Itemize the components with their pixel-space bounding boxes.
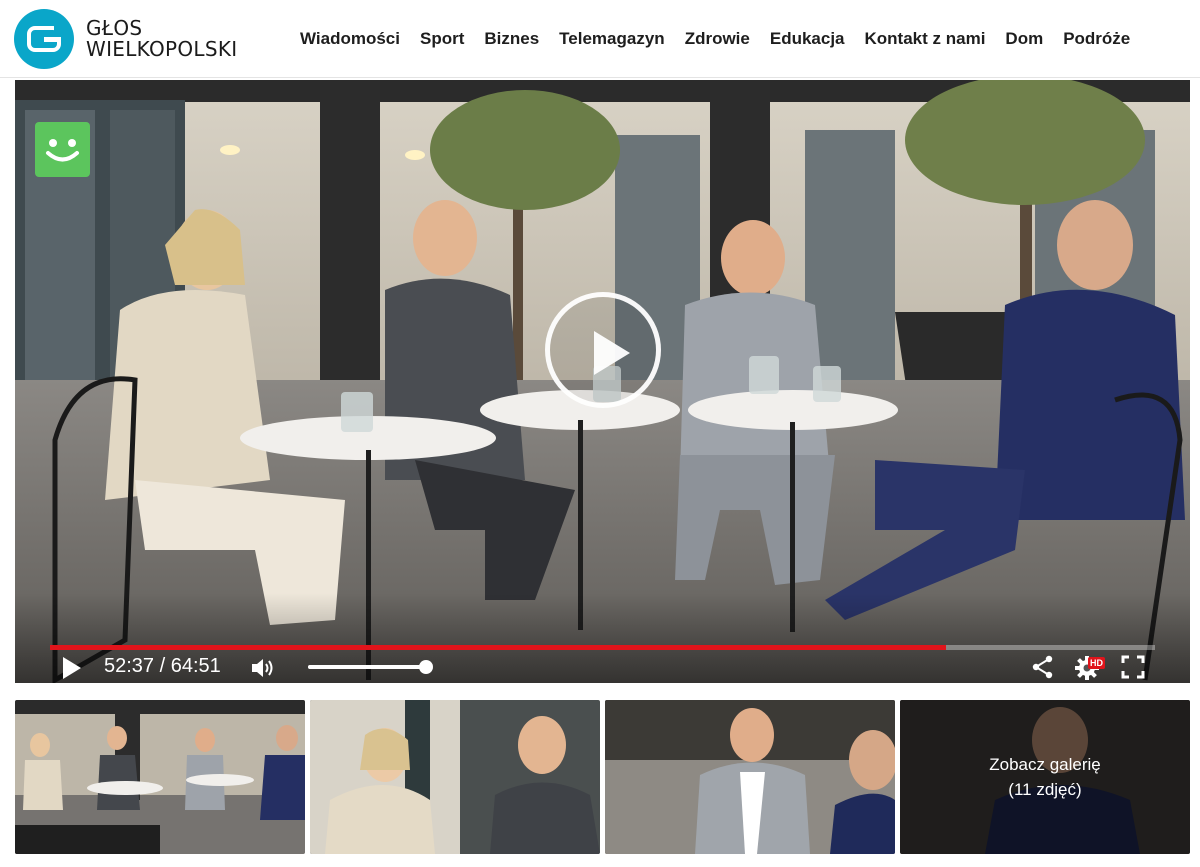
nav-item-podroze[interactable]: Podróże [1063, 29, 1130, 49]
play-icon [594, 331, 630, 375]
nav-item-kontakt[interactable]: Kontakt z nami [865, 29, 986, 49]
logo-line-1: GŁOS [86, 16, 143, 40]
thumbnail-image [605, 700, 895, 854]
share-icon[interactable] [1031, 655, 1055, 679]
nav-item-zdrowie[interactable]: Zdrowie [685, 29, 750, 49]
volume-knob[interactable] [419, 660, 433, 674]
nav-item-edukacja[interactable]: Edukacja [770, 29, 845, 49]
site-logo[interactable]: GŁOS WIELKOPOLSKI [14, 9, 237, 69]
nav-item-wiadomosci[interactable]: Wiadomości [300, 29, 400, 49]
play-icon [63, 657, 81, 679]
progress-bar[interactable] [50, 645, 1155, 650]
smiley-icon [35, 122, 90, 177]
nav-item-telemagazyn[interactable]: Telemagazyn [559, 29, 665, 49]
gallery-photo-count: (11 zdjęć) [1008, 780, 1082, 799]
nav-item-dom[interactable]: Dom [1005, 29, 1043, 49]
gallery-thumbnail-1[interactable] [15, 700, 305, 854]
nav-item-sport[interactable]: Sport [420, 29, 464, 49]
gallery-overlay[interactable]: Zobacz galerię (11 zdjęć) [900, 700, 1190, 854]
volume-slider[interactable] [308, 660, 433, 674]
logo-text: GŁOS WIELKOPOLSKI [86, 18, 237, 60]
volume-icon[interactable] [250, 656, 276, 680]
play-button[interactable] [61, 656, 83, 680]
logo-g-icon [14, 9, 74, 69]
thumbnail-image [15, 700, 305, 854]
site-header: GŁOS WIELKOPOLSKI Wiadomości Sport Bizne… [0, 0, 1200, 78]
gallery-cta-title: Zobacz galerię [989, 755, 1101, 774]
logo-line-2: WIELKOPOLSKI [86, 37, 238, 61]
gallery-thumbnail-4[interactable]: Zobacz galerię (11 zdjęć) [900, 700, 1190, 854]
gallery-thumbnail-2[interactable] [310, 700, 600, 854]
thumbnail-image [310, 700, 600, 854]
fullscreen-icon[interactable] [1121, 655, 1145, 679]
big-play-button[interactable] [545, 292, 661, 408]
gallery-thumbnail-3[interactable] [605, 700, 895, 854]
progress-fill [50, 645, 947, 650]
nav-item-biznes[interactable]: Biznes [484, 29, 539, 49]
main-nav: Wiadomości Sport Biznes Telemagazyn Zdro… [290, 0, 1140, 78]
video-player[interactable]: 52:37 / 64:51 HD [15, 80, 1190, 683]
volume-fill [308, 665, 426, 669]
time-display: 52:37 / 64:51 [104, 655, 221, 677]
hd-badge: HD [1088, 657, 1105, 669]
